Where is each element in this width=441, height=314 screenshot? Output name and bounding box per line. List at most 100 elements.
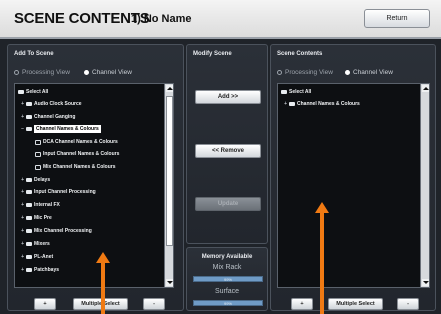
tree-item[interactable]: + Audio Clock Source xyxy=(18,100,82,108)
tree-item-label: Delays xyxy=(34,177,51,183)
radio-off-icon xyxy=(14,70,19,75)
add-to-scene-tree: Select All + Audio Clock Source + Channel … xyxy=(14,83,174,288)
tree-item[interactable]: + Channel Ganging xyxy=(18,113,75,121)
expand-icon: + xyxy=(21,215,24,221)
folder-icon xyxy=(26,203,32,207)
left-processing-view-label: Processing View xyxy=(22,69,70,76)
tree-item[interactable]: DCA Channel Names & Colours xyxy=(35,138,118,146)
collapse-icon: − xyxy=(21,126,24,132)
tree-item[interactable]: + Patchbays xyxy=(18,266,59,274)
tree-item[interactable]: + Mixers xyxy=(18,240,50,248)
scene-contents-title: Scene Contents xyxy=(277,51,323,57)
scroll-down-icon[interactable] xyxy=(166,279,173,286)
tree-item[interactable]: + Mic Pre xyxy=(18,214,52,222)
tree-item-channel-names[interactable]: − Channel Names & Colours xyxy=(18,125,101,133)
tree-item-label: Internal FX xyxy=(34,202,60,208)
page-icon xyxy=(35,164,41,170)
tree-item-label: Select All xyxy=(289,89,312,95)
folder-icon xyxy=(26,102,32,106)
folder-icon xyxy=(26,190,32,194)
right-channel-view-radio[interactable]: Channel View xyxy=(344,69,393,76)
tree-item-label: Patchbays xyxy=(34,267,60,273)
radio-off-icon xyxy=(277,70,282,75)
tree-item[interactable]: + Internal FX xyxy=(18,201,60,209)
right-scrollbar[interactable] xyxy=(420,84,429,287)
tree-item[interactable]: + Delays xyxy=(18,176,50,184)
tree-item-select-all[interactable]: Select All xyxy=(18,88,48,96)
right-processing-view-label: Processing View xyxy=(285,69,333,76)
left-scrollbar[interactable] xyxy=(164,84,173,287)
expand-icon: + xyxy=(284,101,287,107)
page-icon xyxy=(35,139,41,145)
tree-item[interactable]: Mix Channel Names & Colours xyxy=(35,163,116,171)
tree-item[interactable]: + Mix Channel Processing xyxy=(18,227,92,235)
remove-button[interactable]: << Remove xyxy=(195,144,261,158)
page-title: SCENE CONTENTS xyxy=(14,10,150,27)
expand-icon: + xyxy=(21,114,24,120)
mix-rack-meter: 99% xyxy=(193,276,263,282)
tree-item-label: PL-Anet xyxy=(34,254,54,260)
expand-icon: + xyxy=(21,267,24,273)
left-channel-view-label: Channel View xyxy=(91,69,132,76)
tree-item-label: DCA Channel Names & Colours xyxy=(43,139,118,145)
tree-item-select-all[interactable]: Select All xyxy=(281,88,311,96)
right-multiple-select-button[interactable]: Multiple Select xyxy=(328,298,383,310)
right-view-options: Processing View Channel View xyxy=(277,69,393,76)
folder-icon xyxy=(26,255,32,259)
left-expand-button[interactable]: + xyxy=(34,298,56,310)
annotation-arrow-right-shaft xyxy=(320,212,324,314)
expand-icon: + xyxy=(21,202,24,208)
folder-icon xyxy=(26,216,32,220)
add-button[interactable]: Add >> xyxy=(195,90,261,104)
tree-item-label: Channel Names & Colours xyxy=(297,101,360,107)
right-expand-button[interactable]: + xyxy=(291,298,313,310)
tree-item-label: Input Channel Names & Colours xyxy=(43,151,120,157)
tree-item[interactable]: + Input Channel Processing xyxy=(18,188,96,196)
memory-title: Memory Available xyxy=(201,254,253,260)
scroll-up-icon[interactable] xyxy=(166,85,173,92)
tree-item-label: Mix Channel Names & Colours xyxy=(43,164,116,170)
radio-on-icon xyxy=(344,70,350,75)
right-channel-view-label: Channel View xyxy=(352,69,393,76)
tree-item-label: Channel Ganging xyxy=(34,114,76,120)
folder-icon xyxy=(26,127,32,131)
left-view-options: Processing View Channel View xyxy=(14,69,132,76)
modify-scene-title: Modify Scene xyxy=(193,51,232,57)
scene-contents-tree: Select All + Channel Names & Colours xyxy=(277,83,430,288)
folder-icon xyxy=(26,178,32,182)
tree-item-label: Select All xyxy=(26,89,49,95)
return-button[interactable]: Return xyxy=(364,9,430,28)
folder-icon xyxy=(26,229,32,233)
folder-icon xyxy=(26,115,32,119)
header-bar: SCENE CONTENTS 1) No Name Return xyxy=(0,0,441,39)
tree-item-label: Mix Channel Processing xyxy=(34,228,92,234)
add-to-scene-panel: Add To Scene Processing View Channel Vie… xyxy=(7,44,184,311)
tree-item[interactable]: + Channel Names & Colours xyxy=(281,100,360,108)
update-button[interactable]: Update xyxy=(195,197,261,211)
tree-item-label: Audio Clock Source xyxy=(34,101,82,107)
expand-icon: + xyxy=(21,177,24,183)
add-to-scene-title: Add To Scene xyxy=(14,51,54,57)
expand-icon: + xyxy=(21,101,24,107)
tree-item[interactable]: Input Channel Names & Colours xyxy=(35,150,119,158)
left-processing-view-radio[interactable]: Processing View xyxy=(14,69,70,76)
surface-meter: 99% xyxy=(193,300,263,306)
expand-icon: + xyxy=(21,228,24,234)
tree-item-label: Mixers xyxy=(34,241,50,247)
scroll-up-icon[interactable] xyxy=(422,85,429,92)
scroll-down-icon[interactable] xyxy=(422,279,429,286)
right-collapse-button[interactable]: - xyxy=(397,298,419,310)
surface-label: Surface xyxy=(214,288,240,295)
tree-item[interactable]: + PL-Anet xyxy=(18,253,53,261)
right-processing-view-radio[interactable]: Processing View xyxy=(277,69,333,76)
scroll-thumb[interactable] xyxy=(166,96,173,246)
folder-icon xyxy=(18,90,24,94)
radio-on-icon xyxy=(83,70,89,75)
tree-item-label-selected: Channel Names & Colours xyxy=(34,125,101,133)
left-collapse-button[interactable]: - xyxy=(143,298,165,310)
left-channel-view-radio[interactable]: Channel View xyxy=(83,69,132,76)
folder-icon xyxy=(289,102,295,106)
memory-panel: Memory Available Mix Rack 99% Surface 99… xyxy=(186,247,268,311)
folder-icon xyxy=(26,268,32,272)
mix-rack-label: Mix Rack xyxy=(212,264,242,271)
